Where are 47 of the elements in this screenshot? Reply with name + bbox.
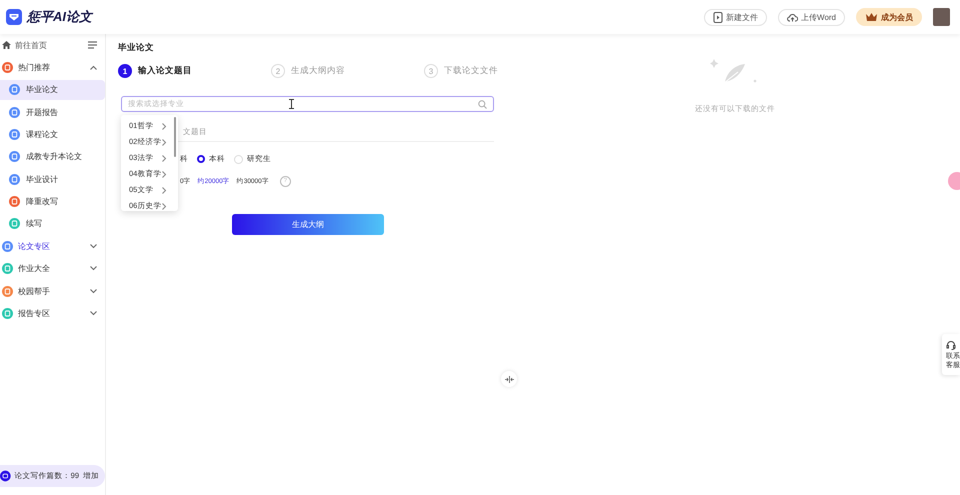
menu-icon[interactable]	[88, 41, 97, 49]
chevron-right-icon	[162, 170, 167, 178]
header-button[interactable]: 新建文件	[704, 8, 768, 26]
headset-icon	[946, 340, 956, 350]
text-cursor-icon	[289, 99, 294, 109]
home-icon	[2, 41, 11, 49]
cloud-upload-icon	[787, 12, 798, 22]
step-number: 2	[271, 64, 285, 78]
sidebar-item[interactable]: 降重改写	[0, 192, 105, 212]
generate-outline-button[interactable]: 生成大纲	[232, 214, 384, 235]
sidebar-item[interactable]: 课程论文	[0, 124, 105, 144]
step-number: 1	[118, 64, 132, 78]
chevron-right-icon	[162, 202, 167, 210]
page-title: 毕业论文	[118, 42, 155, 54]
step-label: 输入论文题目	[138, 65, 192, 77]
step-label: 生成大纲内容	[291, 65, 345, 77]
chevron-up-icon	[90, 64, 97, 70]
resize-handle[interactable]	[501, 371, 517, 387]
sidebar-item[interactable]: 成教专升本论文	[0, 146, 105, 167]
sidebar-item[interactable]: 毕业论文	[0, 80, 105, 100]
file-icon	[713, 12, 724, 22]
header-button[interactable]: 上传Word	[778, 8, 845, 26]
crown-icon	[865, 12, 878, 22]
chevron-right-icon	[162, 122, 167, 130]
sidebar-group[interactable]: 校园帮手	[0, 280, 105, 303]
chevron-down-icon	[90, 311, 97, 316]
sidebar-group[interactable]: 报告专区	[0, 302, 105, 326]
chevron-down-icon	[90, 266, 97, 272]
home-link[interactable]: 前往首页	[15, 40, 84, 50]
count-icon	[0, 469, 11, 483]
sidebar-group[interactable]: 论文专区	[0, 235, 105, 258]
search-icon	[478, 100, 487, 108]
sidebar-group[interactable]: 热门推荐	[0, 56, 105, 78]
step-label: 下载论文文件	[444, 65, 498, 77]
chevron-right-icon	[162, 186, 167, 194]
chevron-right-icon	[162, 138, 167, 146]
sidebar-item[interactable]: 续写	[0, 214, 105, 234]
sidebar-group[interactable]: 作业大全	[0, 258, 105, 280]
chevron-down-icon	[90, 288, 97, 294]
sidebar-item[interactable]: 毕业设计	[0, 169, 105, 190]
logo-text: 惩平AI论文	[27, 8, 92, 26]
step-number: 3	[424, 64, 438, 78]
logo-icon	[6, 9, 22, 25]
chevron-right-icon	[162, 154, 167, 162]
sidebar-item[interactable]: 开题报告	[0, 102, 105, 122]
chevron-down-icon	[90, 244, 97, 249]
membership-button[interactable]: 成为会员	[856, 8, 922, 26]
